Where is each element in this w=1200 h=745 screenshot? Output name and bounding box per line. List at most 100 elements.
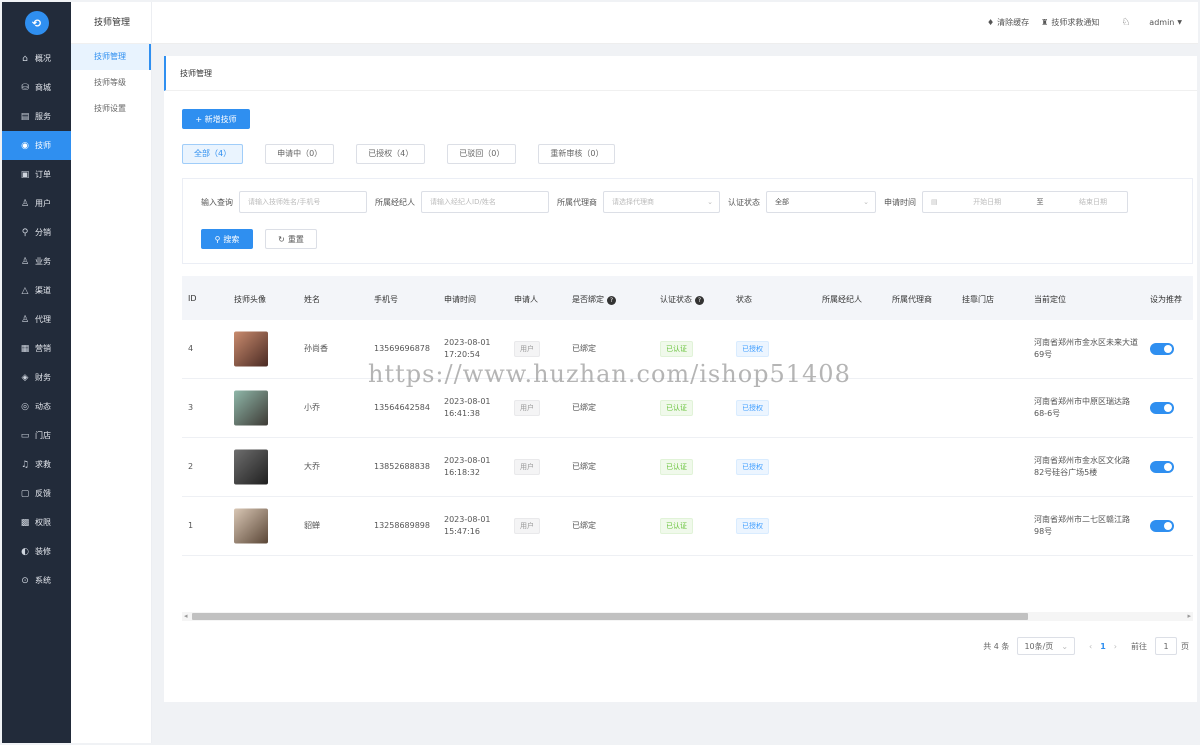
clear-cache-button[interactable]: ♦ 清除缓存 (987, 17, 1029, 28)
column-header: 所属代理商 (892, 294, 932, 305)
column-header-label: 设为推荐 (1150, 295, 1182, 304)
goto-input[interactable]: 1 (1155, 637, 1177, 655)
nav-item-business[interactable]: ♙ 业务 (2, 247, 71, 276)
goto-label: 前往 (1131, 641, 1147, 651)
nav-item-distribution[interactable]: ⚲ 分销 (2, 218, 71, 247)
column-header: 状态 (736, 294, 752, 305)
bell-icon: ♘ (1121, 17, 1131, 28)
scrollbar-thumb[interactable] (192, 613, 1028, 620)
nav-item-user[interactable]: ♙ 用户 (2, 189, 71, 218)
cell-phone: 13258689898 (374, 521, 430, 530)
date-range-picker[interactable]: ▤ 开始日期 至 结束日期 (922, 191, 1128, 213)
sub-nav-item[interactable]: 技师等级 (71, 70, 151, 96)
start-date-placeholder: 开始日期 (973, 198, 1002, 206)
permission-icon: ▩ (20, 517, 30, 528)
nav-item-store[interactable]: ▭ 门店 (2, 421, 71, 450)
horizontal-scrollbar[interactable]: ◂ ▸ (182, 612, 1193, 621)
cell-applicant: 用户 (514, 400, 540, 416)
nav-item-agent[interactable]: ♙ 代理 (2, 305, 71, 334)
nav-item-dynamic[interactable]: ◎ 动态 (2, 392, 71, 421)
cell-avatar (234, 449, 268, 485)
column-header-label: 是否绑定 (572, 295, 604, 304)
reset-button-label: 重置 (287, 234, 304, 244)
broker-input[interactable]: 请输入经纪人ID/姓名 (421, 191, 549, 213)
recommend-toggle[interactable] (1150, 343, 1174, 355)
cell-location: 河南省郑州市金水区文化路82号硅谷广场5楼 (1034, 456, 1130, 477)
nav-item-order[interactable]: ▣ 订单 (2, 160, 71, 189)
cert-status-tag: 已认证 (660, 341, 693, 357)
user-menu[interactable]: admin ▼ (1149, 18, 1182, 27)
nav-item-label: 权限 (35, 518, 51, 527)
nav-item-feedback[interactable]: ▢ 反馈 (2, 479, 71, 508)
status-select[interactable]: 全部 ⌄ (766, 191, 876, 213)
nav-item-service[interactable]: ▤ 服务 (2, 102, 71, 131)
sub-nav-item[interactable]: 技师设置 (71, 96, 151, 122)
nav-item-finance[interactable]: ◈ 财务 (2, 363, 71, 392)
nav-item-label: 商城 (35, 83, 51, 92)
technician-avatar[interactable] (234, 449, 268, 485)
reset-button[interactable]: ↻ 重置 (265, 229, 317, 249)
nav-item-sos[interactable]: ♫ 求救 (2, 450, 71, 479)
technician-avatar[interactable] (234, 390, 268, 426)
prev-page-icon[interactable]: ‹ (1089, 642, 1092, 651)
technician-avatar[interactable] (234, 508, 268, 544)
status-tab[interactable]: 重新审核（0） (538, 144, 616, 164)
cell-apply-time: 2023-08-01 15:47:16 (444, 514, 491, 538)
status-tab[interactable]: 申请中（0） (265, 144, 335, 164)
status-tab[interactable]: 已驳回（0） (447, 144, 517, 164)
cell-name: 小乔 (304, 403, 320, 412)
feedback-icon: ▢ (20, 488, 30, 499)
nav-item-shop[interactable]: ⛁ 商城 (2, 73, 71, 102)
logo[interactable]: ⟲ (2, 2, 71, 44)
nav-item-technician[interactable]: ◉ 技师 (2, 131, 71, 160)
service-icon: ▤ (20, 111, 30, 122)
scroll-right-icon[interactable]: ▸ (1187, 612, 1191, 621)
query-input[interactable]: 请输入技师姓名/手机号 (239, 191, 367, 213)
apply-clock: 16:18:32 (444, 468, 480, 477)
technician-icon: ◉ (21, 140, 29, 151)
user-name: admin (1149, 18, 1175, 27)
page-size-select[interactable]: 10条/页 ⌄ (1017, 637, 1076, 655)
nav-item-label: 装修 (35, 547, 51, 556)
column-header: 设为推荐 (1150, 294, 1182, 305)
nav-item-decoration[interactable]: ◐ 装修 (2, 537, 71, 566)
nav-item-marketing[interactable]: ▦ 营销 (2, 334, 71, 363)
cell-status: 已授权 (736, 518, 769, 534)
sub-nav-title: 技师管理 (71, 2, 151, 44)
technician-avatar[interactable] (234, 331, 268, 367)
agent-select[interactable]: 请选择代理商 ⌄ (603, 191, 720, 213)
nav-item-channel[interactable]: △ 渠道 (2, 276, 71, 305)
nav-item-permission[interactable]: ▩ 权限 (2, 508, 71, 537)
help-icon[interactable]: ? (607, 296, 616, 305)
auth-status-tag: 已授权 (736, 341, 769, 357)
next-page-icon[interactable]: › (1114, 642, 1117, 651)
scroll-left-icon[interactable]: ◂ (184, 612, 188, 621)
apply-clock: 15:47:16 (444, 527, 480, 536)
recommend-toggle[interactable] (1150, 402, 1174, 414)
nav-item-system[interactable]: ⊙ 系统 (2, 566, 71, 595)
column-header-label: 当前定位 (1034, 295, 1066, 304)
help-icon[interactable]: ? (695, 296, 704, 305)
agent-placeholder: 请选择代理商 (612, 198, 654, 206)
column-header-label: ID (188, 294, 197, 303)
bell-button[interactable]: ♘ (1121, 17, 1133, 28)
pin-icon: ♦ (986, 18, 995, 27)
page-title: 技师管理 (164, 56, 1197, 91)
column-header: 当前定位 (1034, 294, 1066, 305)
page-number[interactable]: 1 (1100, 642, 1106, 651)
app: ⟲ ⌂ 概况 ⛁ 商城 ▤ 服务 ◉ 技师 ▣ 订单 ♙ 用户 ⚲ 分销 ♙ 业务 △ 渠道 ♙ 代理 ▦ 营销 ◈ 财务 ◎ 动… (0, 0, 1200, 745)
recommend-toggle[interactable] (1150, 520, 1174, 532)
nav-item-home[interactable]: ⌂ 概况 (2, 44, 71, 73)
cell-recommend (1150, 520, 1174, 532)
help-notice-button[interactable]: ♜ 技师求救通知 (1041, 17, 1099, 28)
chevron-down-icon: ⌄ (707, 198, 713, 206)
status-tab[interactable]: 全部（4） (182, 144, 244, 164)
table-row: 1 貂蝉 13258689898 2023-08-01 15:47:16 用户 已绑定 已认证… (182, 497, 1193, 556)
nav-item-label: 代理 (35, 315, 51, 324)
status-tab[interactable]: 已授权（4） (356, 144, 426, 164)
recommend-toggle[interactable] (1150, 461, 1174, 473)
sub-nav-item[interactable]: 技师管理 (71, 44, 151, 70)
column-header-label: 所属代理商 (892, 295, 932, 304)
search-button[interactable]: ⚲ 搜索 (201, 229, 253, 249)
add-technician-button[interactable]: + 新增技师 (182, 109, 250, 129)
